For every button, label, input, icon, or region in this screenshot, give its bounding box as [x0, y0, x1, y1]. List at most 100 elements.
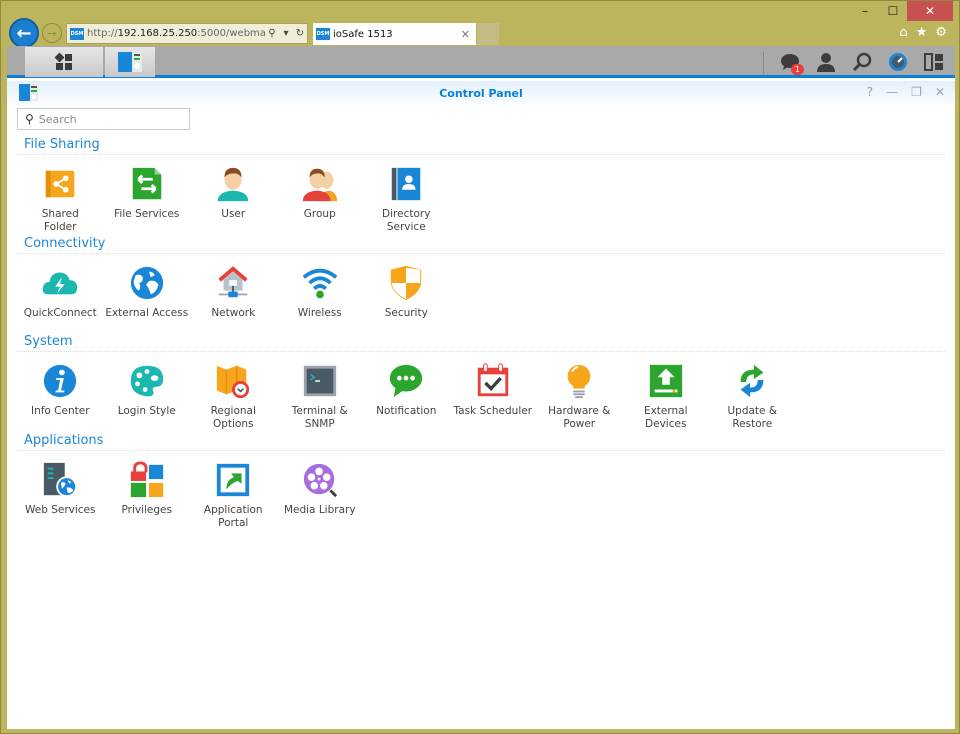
item-label: External Devices: [643, 405, 688, 430]
section-items: Shared Folder File Services User Group Direc…: [17, 165, 945, 234]
arrow-left-icon: ←: [16, 22, 32, 44]
item-label: Media Library: [283, 504, 356, 516]
restore-icon[interactable]: ❐: [911, 85, 922, 99]
control-panel-item-update-restore[interactable]: Update & Restore: [709, 362, 796, 431]
address-url[interactable]: http://192.168.25.250:5000/webman/index: [87, 28, 265, 39]
search-button[interactable]: [851, 51, 873, 73]
favorites-icon[interactable]: ★: [916, 25, 928, 40]
control-panel-titlebar[interactable]: Control Panel ? — ❐ ✕: [7, 81, 955, 105]
control-panel-item-external-devices[interactable]: External Devices: [623, 362, 710, 431]
control-panel-item-web-services[interactable]: Web Services: [17, 461, 104, 530]
taskbar-right: 1: [779, 49, 945, 75]
window-controls: ? — ❐ ✕: [867, 85, 945, 99]
main-menu-icon: [54, 52, 72, 70]
control-panel-item-directory-service[interactable]: Directory Service: [363, 165, 450, 234]
forward-button[interactable]: →: [42, 23, 62, 43]
control-panel-item-regional-options[interactable]: Regional Options: [190, 362, 277, 431]
item-label: QuickConnect: [23, 307, 97, 319]
item-label: Group: [303, 208, 336, 220]
item-label: File Services: [114, 208, 180, 220]
item-label: Security: [384, 307, 428, 319]
control-panel-item-application-portal[interactable]: Application Portal: [190, 461, 277, 530]
settings-gear-icon[interactable]: ⚙: [935, 25, 947, 40]
control-panel-item-security[interactable]: Security: [363, 264, 450, 320]
notification-badge: 1: [790, 64, 804, 75]
control-panel-item-file-services[interactable]: File Services: [104, 165, 191, 234]
new-tab-button[interactable]: [477, 23, 499, 45]
section-title: Applications: [24, 433, 104, 448]
browser-tab[interactable]: DSM ioSafe 1513 ✕: [313, 23, 476, 45]
search-icon[interactable]: ⚲: [265, 28, 279, 39]
dropdown-icon[interactable]: ▾: [279, 28, 293, 39]
url-path: :5000/webman/index: [197, 28, 265, 39]
info-center-icon: [44, 364, 77, 398]
item-label: Notification: [376, 405, 437, 417]
item-label: Wireless: [297, 307, 342, 319]
address-bar[interactable]: DSM http://192.168.25.250:5000/webman/in…: [66, 23, 308, 44]
control-panel-item-info-center[interactable]: Info Center: [17, 362, 104, 431]
control-panel-item-wireless[interactable]: Wireless: [277, 264, 364, 320]
item-label: Task Scheduler: [453, 405, 533, 417]
item-label: User: [221, 208, 246, 220]
url-host: 192.168.25.250: [117, 28, 198, 39]
media-library-icon: [303, 463, 337, 498]
section-items: Info Center Login Style Regional Options Te…: [17, 362, 945, 431]
control-panel-item-notification[interactable]: Notification: [363, 362, 450, 431]
item-label: Privileges: [121, 504, 173, 516]
external-devices-icon: [649, 364, 682, 398]
control-panel-item-user[interactable]: User: [190, 165, 277, 234]
notification-icon: [390, 364, 423, 398]
notifications-button[interactable]: 1: [779, 51, 804, 75]
regional-options-icon: [217, 365, 250, 399]
control-panel-item-terminal[interactable]: Terminal & SNMP: [277, 362, 364, 431]
item-label: Terminal & SNMP: [291, 405, 348, 430]
section-title: System: [24, 334, 73, 349]
control-panel-item-media-library[interactable]: Media Library: [277, 461, 364, 530]
update-restore-icon: [740, 364, 764, 398]
search-input[interactable]: ⚲ Search: [17, 108, 190, 130]
security-icon: [391, 265, 422, 301]
user-menu-button[interactable]: [815, 51, 837, 73]
item-label: Directory Service: [382, 208, 431, 233]
control-panel-item-login-style[interactable]: Login Style: [104, 362, 191, 431]
login-style-icon: [130, 365, 163, 397]
network-icon: [218, 266, 248, 298]
control-panel-item-external-access[interactable]: External Access: [104, 264, 191, 320]
close-icon[interactable]: ✕: [935, 85, 945, 99]
control-panel-item-network[interactable]: Network: [190, 264, 277, 320]
dsm-taskbar: 1: [7, 46, 955, 78]
help-icon[interactable]: ?: [867, 85, 873, 99]
back-button[interactable]: ←: [9, 18, 39, 48]
user-icon: [218, 167, 249, 202]
tab-close-icon[interactable]: ✕: [461, 28, 470, 41]
url-prefix: http://: [87, 28, 118, 39]
main-menu-button[interactable]: [25, 47, 103, 77]
close-window-button[interactable]: ✕: [907, 1, 953, 21]
item-label: Info Center: [30, 405, 90, 417]
control-panel-item-quickconnect[interactable]: QuickConnect: [17, 264, 104, 320]
resource-monitor-button[interactable]: [887, 51, 909, 73]
window-controls: – ☐ ✕: [851, 1, 953, 21]
quickconnect-icon: [43, 272, 78, 295]
section-title: Connectivity: [24, 236, 106, 251]
section-title: File Sharing: [24, 137, 100, 152]
minimize-window-button[interactable]: –: [851, 1, 879, 21]
section-divider: [17, 351, 945, 352]
hardware-power-icon: [567, 364, 591, 399]
section-connectivity: Connectivity QuickConnect External Access N…: [17, 235, 945, 320]
home-icon[interactable]: ⌂: [899, 25, 907, 40]
external-access-icon: [130, 266, 163, 300]
control-panel-item-hardware-power[interactable]: Hardware & Power: [536, 362, 623, 431]
section-divider: [17, 450, 945, 451]
control-panel-item-shared-folder[interactable]: Shared Folder: [17, 165, 104, 234]
taskbar-control-panel-button[interactable]: [105, 47, 155, 77]
refresh-icon[interactable]: ↻: [293, 28, 307, 39]
page-viewport: 1 Control Panel ? — ❐ ✕ ⚲ Search File Sh…: [7, 46, 955, 729]
minimize-icon[interactable]: —: [886, 85, 898, 99]
control-panel-item-privileges[interactable]: Privileges: [104, 461, 191, 530]
maximize-window-button[interactable]: ☐: [879, 1, 907, 21]
item-label: External Access: [105, 307, 189, 319]
widgets-button[interactable]: [923, 51, 945, 73]
control-panel-item-task-scheduler[interactable]: Task Scheduler: [450, 362, 537, 431]
control-panel-item-group[interactable]: Group: [277, 165, 364, 234]
